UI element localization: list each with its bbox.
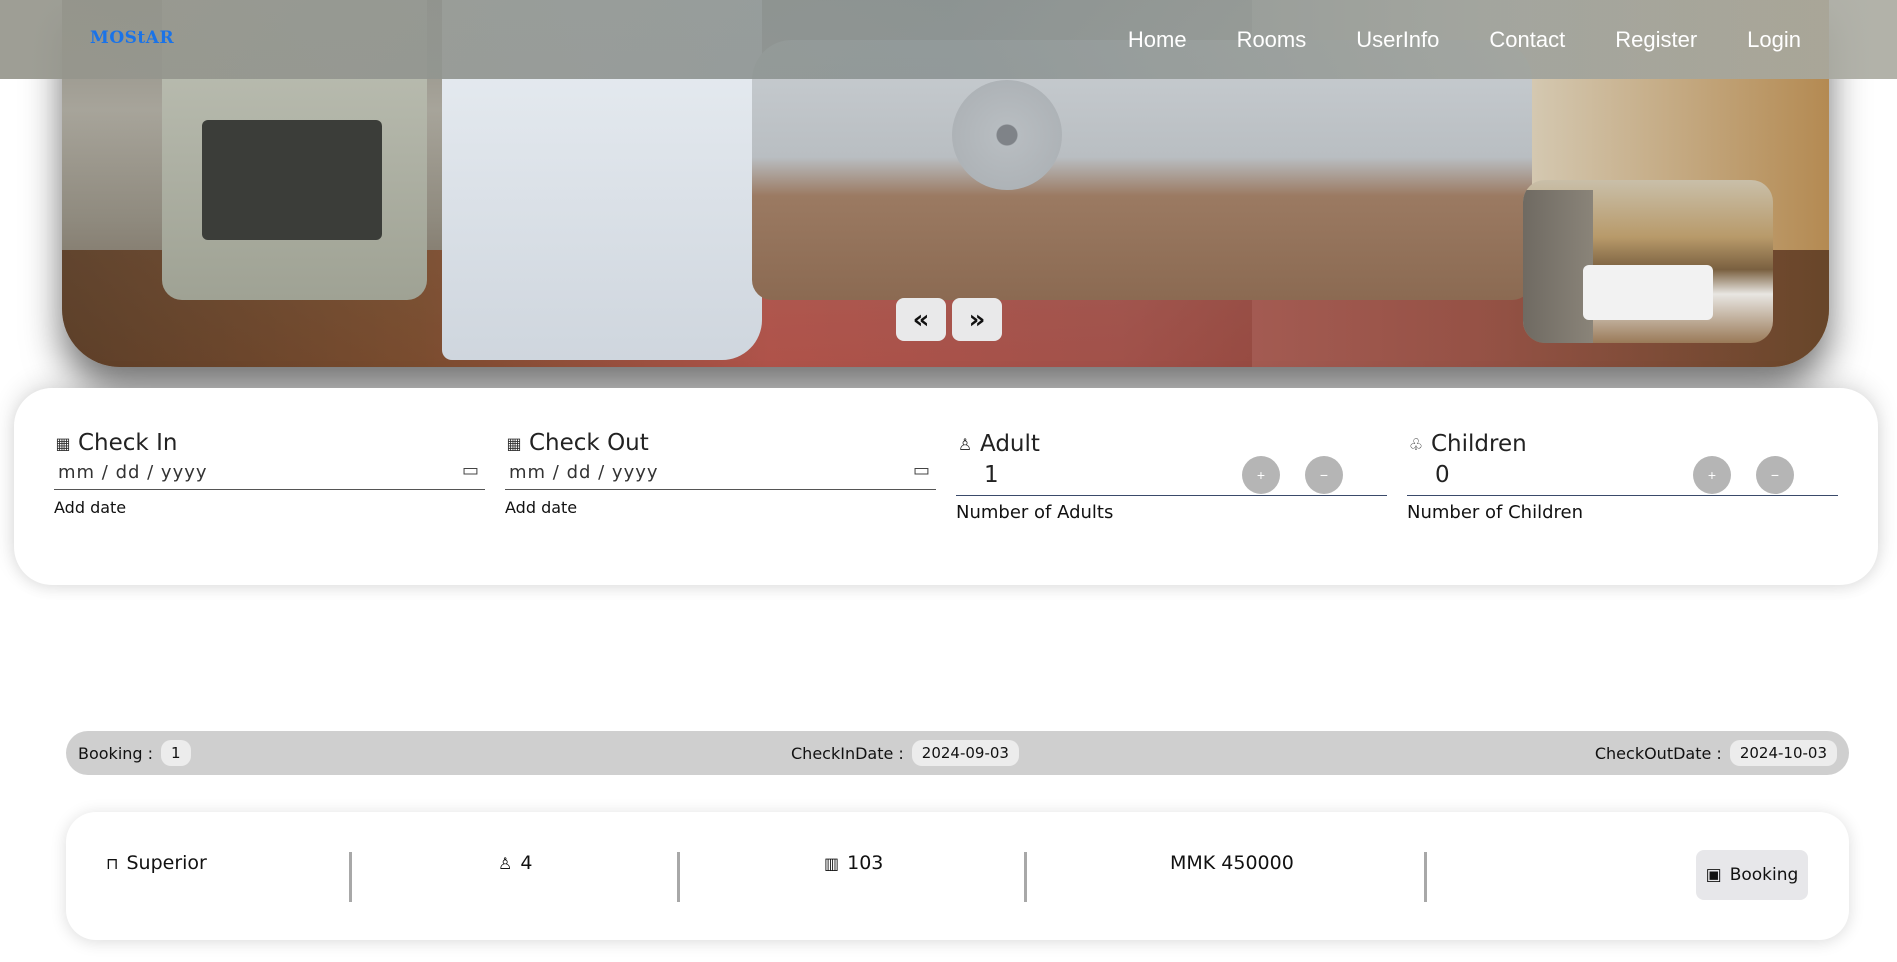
carousel-thumbnail[interactable] xyxy=(1523,180,1773,343)
person-icon: ♙ xyxy=(957,434,973,454)
room-guests-value: 4 xyxy=(520,852,533,874)
check-out-hint: Add date xyxy=(505,498,578,517)
check-in-title: ▦ Check In xyxy=(54,430,177,456)
nav-link-login[interactable]: Login xyxy=(1747,27,1801,53)
top-navbar: MOStAR Home Rooms UserInfo Contact Regis… xyxy=(0,0,1897,79)
bars-icon: ▥ xyxy=(824,853,840,873)
carousel-next-button[interactable]: » xyxy=(952,298,1002,341)
adult-label: Adult xyxy=(980,431,1040,457)
children-hint: Number of Children xyxy=(1407,502,1583,523)
divider xyxy=(677,852,680,902)
check-out-input[interactable]: mm / dd / yyyy ▭ xyxy=(505,456,936,490)
room-price-value: MMK 450000 xyxy=(1170,852,1294,874)
children-title: ♧ Children xyxy=(1407,431,1527,457)
check-in-label: Check In xyxy=(78,430,178,456)
room-card: ⊓ Superior ♙ 4 ▥ 103 MMK 450000 ▣ Bookin… xyxy=(66,812,1849,940)
check-out-placeholder: mm / dd / yyyy xyxy=(509,462,659,483)
check-out-label: Check Out xyxy=(529,430,649,456)
divider xyxy=(1424,852,1427,902)
booking-summary-bar: Booking : 1 CheckInDate : 2024-09-03 Che… xyxy=(66,731,1849,775)
door-icon: ⊓ xyxy=(106,853,119,873)
checkin-date: CheckInDate : 2024-09-03 xyxy=(791,731,1019,775)
divider xyxy=(1024,852,1027,902)
check-in-hint: Add date xyxy=(54,498,127,517)
adult-minus-button[interactable]: − xyxy=(1305,456,1343,494)
nav-link-home[interactable]: Home xyxy=(1128,27,1187,53)
room-type: ⊓ Superior xyxy=(106,852,207,874)
booking-form: ▦ Check In mm / dd / yyyy ▭ Add date ▦ C… xyxy=(14,388,1878,585)
nav-link-userinfo[interactable]: UserInfo xyxy=(1356,27,1439,53)
children-label: Children xyxy=(1431,431,1527,457)
room-price: MMK 450000 xyxy=(1170,852,1294,874)
children-count-value: 0 xyxy=(1435,462,1450,488)
calendar-icon: ▦ xyxy=(506,433,522,453)
carousel-prev-button[interactable]: « xyxy=(896,298,946,341)
divider xyxy=(349,852,352,902)
calendar-icon: ▦ xyxy=(55,433,71,453)
child-icon: ♧ xyxy=(1408,434,1424,454)
checkin-date-value: 2024-09-03 xyxy=(911,740,1019,766)
booking-count-label: Booking : xyxy=(78,743,154,763)
bookmark-icon: ▣ xyxy=(1705,865,1722,885)
check-out-title: ▦ Check Out xyxy=(505,430,649,456)
brand-logo[interactable]: MOStAR xyxy=(90,28,174,48)
booking-button-label: Booking xyxy=(1729,865,1799,885)
booking-count-value: 1 xyxy=(161,740,191,766)
adult-plus-button[interactable]: + xyxy=(1242,456,1280,494)
nav-links: Home Rooms UserInfo Contact Register Log… xyxy=(1078,0,1801,79)
adult-hint: Number of Adults xyxy=(956,502,1114,523)
booking-count: Booking : 1 xyxy=(78,731,191,775)
hero-sofa xyxy=(752,40,1532,300)
adult-title: ♙ Adult xyxy=(956,431,1040,457)
booking-button[interactable]: ▣ Booking xyxy=(1696,850,1808,900)
nav-link-contact[interactable]: Contact xyxy=(1489,27,1565,53)
nav-link-register[interactable]: Register xyxy=(1615,27,1697,53)
thumbnail-bed xyxy=(1583,265,1713,320)
adult-count-value: 1 xyxy=(984,462,999,488)
calendar-picker-icon[interactable]: ▭ xyxy=(913,460,930,481)
thumbnail-window xyxy=(1523,190,1593,343)
children-minus-button[interactable]: − xyxy=(1756,456,1794,494)
adult-count-input[interactable]: 1 + − xyxy=(956,456,1387,496)
children-plus-button[interactable]: + xyxy=(1693,456,1731,494)
room-type-label: Superior xyxy=(126,852,207,874)
person-icon: ♙ xyxy=(498,853,513,873)
check-in-placeholder: mm / dd / yyyy xyxy=(58,462,208,483)
checkout-date-value: 2024-10-03 xyxy=(1729,740,1837,766)
checkout-date: CheckOutDate : 2024-10-03 xyxy=(1595,731,1837,775)
hero-pillow xyxy=(952,80,1062,190)
children-count-input[interactable]: 0 + − xyxy=(1407,456,1838,496)
nav-link-rooms[interactable]: Rooms xyxy=(1237,27,1307,53)
check-in-input[interactable]: mm / dd / yyyy ▭ xyxy=(54,456,485,490)
calendar-picker-icon[interactable]: ▭ xyxy=(462,460,479,481)
checkout-date-label: CheckOutDate : xyxy=(1594,743,1722,763)
checkin-date-label: CheckInDate : xyxy=(791,743,904,763)
room-number: ▥ 103 xyxy=(824,852,883,874)
room-number-value: 103 xyxy=(847,852,884,874)
room-guests: ♙ 4 xyxy=(498,852,532,874)
